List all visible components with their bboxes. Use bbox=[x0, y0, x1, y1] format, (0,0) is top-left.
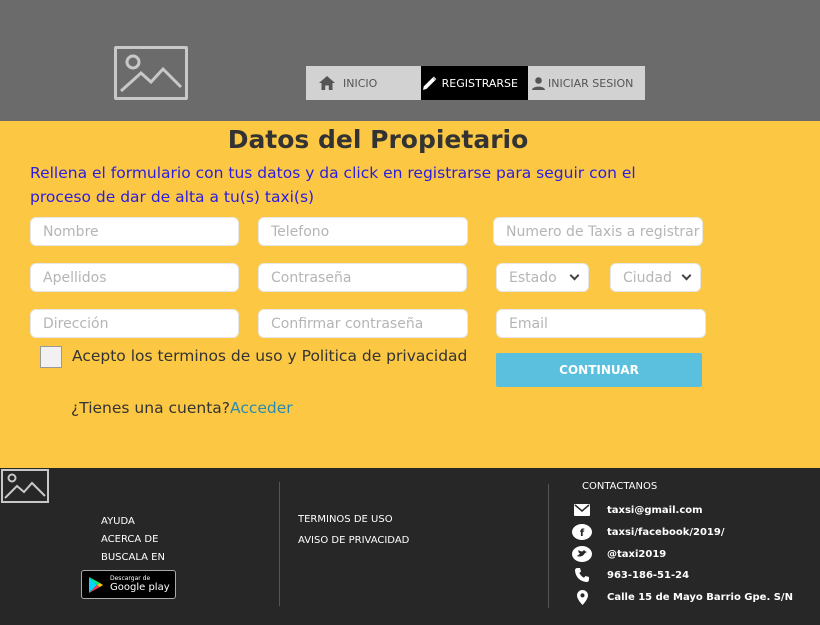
nav-inicio-label: INICIO bbox=[343, 76, 378, 90]
google-play-small-text: Descargar de bbox=[110, 575, 151, 582]
continuar-button[interactable]: CONTINUAR bbox=[496, 353, 702, 387]
form-instructions: Rellena el formulario con tus datos y da… bbox=[30, 164, 636, 206]
home-icon bbox=[319, 76, 335, 90]
contact-facebook-text: taxsi/facebook/2019/ bbox=[607, 526, 725, 538]
telefono-input[interactable]: Telefono bbox=[258, 217, 468, 246]
contact-email[interactable]: taxsi@gmail.com bbox=[570, 504, 703, 516]
chevron-down-icon bbox=[681, 270, 692, 281]
nombre-input[interactable]: Nombre bbox=[30, 217, 239, 246]
nav-iniciar-sesion[interactable]: INICIAR SESION bbox=[528, 66, 645, 100]
footer-links-info: AYUDA ACERCA DE BUSCALA EN bbox=[101, 513, 165, 567]
chevron-down-icon bbox=[569, 270, 580, 281]
terms-checkbox[interactable] bbox=[40, 346, 62, 368]
footer-link-privacidad[interactable]: AVISO DE PRIVACIDAD bbox=[298, 530, 409, 551]
registration-section: Datos del Propietario Rellena el formula… bbox=[0, 121, 820, 468]
contact-title: CONTACTANOS bbox=[582, 481, 658, 492]
estado-select[interactable]: Estado bbox=[496, 263, 589, 292]
account-prompt: ¿Tienes una cuenta?Acceder bbox=[71, 399, 293, 417]
footer-divider bbox=[279, 482, 280, 606]
direccion-input[interactable]: Dirección bbox=[30, 309, 239, 338]
numero-taxis-input[interactable]: Numero de Taxis a registrar bbox=[493, 217, 703, 246]
acceder-link[interactable]: Acceder bbox=[230, 399, 293, 417]
nav-registrarse-label: REGISTRARSE bbox=[441, 76, 518, 90]
contact-twitter-text: @taxi2019 bbox=[607, 548, 667, 560]
footer-divider bbox=[548, 484, 549, 608]
svg-text:f: f bbox=[580, 528, 585, 539]
google-play-icon bbox=[89, 576, 103, 593]
location-icon bbox=[576, 590, 588, 605]
footer: AYUDA ACERCA DE BUSCALA EN Descargar de … bbox=[0, 468, 820, 625]
confirmar-contrasena-input[interactable]: Confirmar contraseña bbox=[258, 309, 468, 338]
contact-facebook[interactable]: f taxsi/facebook/2019/ bbox=[570, 524, 725, 540]
google-play-badge[interactable]: Descargar de Google play bbox=[81, 570, 176, 599]
footer-link-ayuda[interactable]: AYUDA bbox=[101, 513, 165, 531]
nav-iniciar-sesion-label: INICIAR SESION bbox=[548, 76, 634, 90]
ciudad-select-label: Ciudad bbox=[623, 269, 672, 286]
ciudad-select[interactable]: Ciudad bbox=[610, 263, 701, 292]
phone-icon bbox=[575, 568, 589, 582]
mail-icon bbox=[574, 504, 590, 516]
main-nav: INICIO REGISTRARSE INICIAR SESION bbox=[306, 66, 645, 100]
nav-inicio[interactable]: INICIO bbox=[306, 66, 421, 100]
google-play-big-text: Google play bbox=[110, 582, 170, 593]
footer-link-acerca-de[interactable]: ACERCA DE bbox=[101, 531, 165, 549]
facebook-icon: f bbox=[572, 524, 592, 540]
header: INICIO REGISTRARSE INICIAR SESION bbox=[0, 0, 820, 121]
terms-label: Acepto los terminos de uso y Politica de… bbox=[72, 347, 468, 365]
pencil-icon bbox=[423, 76, 437, 90]
contact-twitter[interactable]: @taxi2019 bbox=[570, 546, 666, 562]
contact-phone-text: 963-186-51-24 bbox=[607, 569, 690, 581]
contact-address[interactable]: Calle 15 de Mayo Barrio Gpe. S/N bbox=[570, 590, 793, 605]
footer-links-legal: TERMINOS DE USO AVISO DE PRIVACIDAD bbox=[298, 509, 409, 551]
footer-logo-image-icon[interactable] bbox=[1, 469, 49, 503]
email-input[interactable]: Email bbox=[496, 309, 706, 338]
contrasena-input[interactable]: Contraseña bbox=[258, 263, 467, 292]
logo-image-icon[interactable] bbox=[114, 46, 188, 100]
person-icon bbox=[532, 76, 545, 90]
estado-select-label: Estado bbox=[509, 269, 557, 286]
apellidos-input[interactable]: Apellidos bbox=[30, 263, 239, 292]
footer-link-terminos[interactable]: TERMINOS DE USO bbox=[298, 509, 409, 530]
footer-label-buscala-en: BUSCALA EN bbox=[101, 552, 165, 563]
page-title: Datos del Propietario bbox=[227, 125, 529, 154]
twitter-icon bbox=[572, 546, 592, 562]
nav-registrarse[interactable]: REGISTRARSE bbox=[421, 66, 528, 100]
contact-address-text: Calle 15 de Mayo Barrio Gpe. S/N bbox=[607, 592, 793, 603]
contact-phone[interactable]: 963-186-51-24 bbox=[570, 568, 689, 582]
account-question: ¿Tienes una cuenta? bbox=[71, 399, 231, 417]
contact-email-text: taxsi@gmail.com bbox=[607, 504, 703, 516]
